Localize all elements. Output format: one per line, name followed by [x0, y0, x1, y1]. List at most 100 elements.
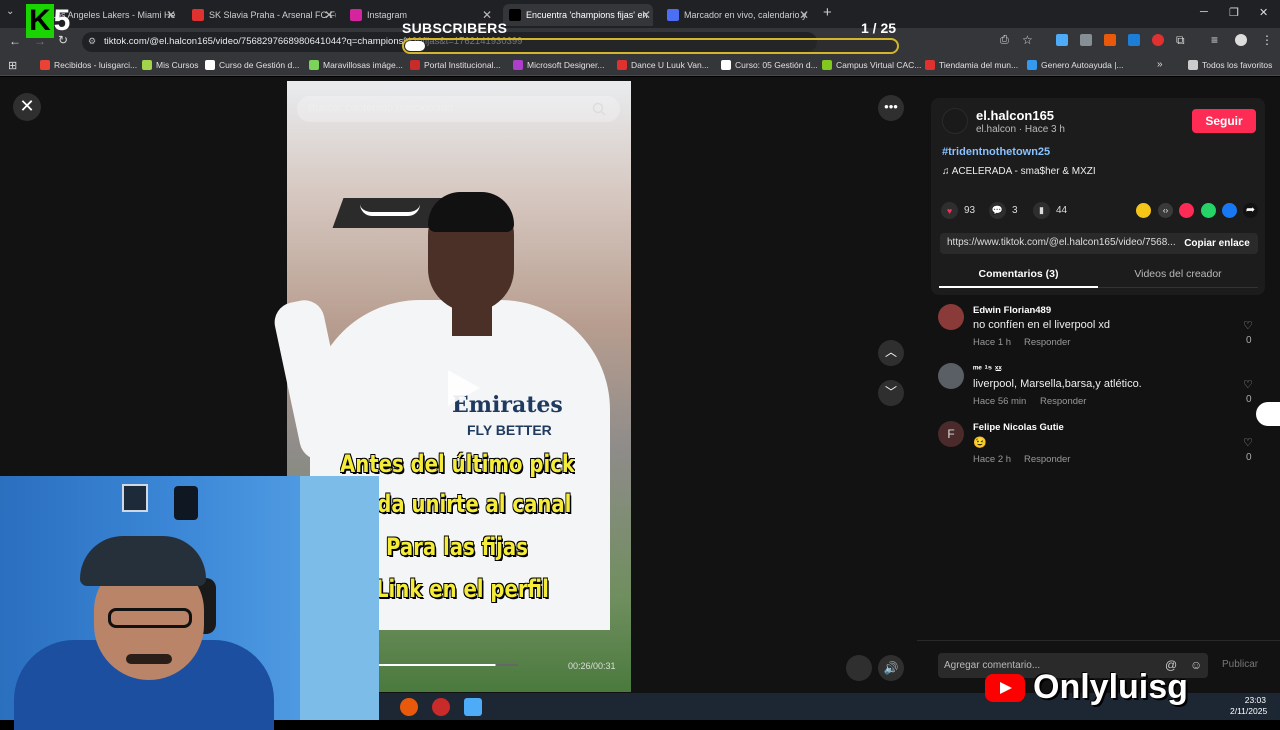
- comment-author[interactable]: Felipe Nicolas Gutie: [973, 422, 1064, 433]
- extension-icon[interactable]: [1152, 34, 1164, 46]
- previous-video-button[interactable]: ︿: [878, 340, 904, 366]
- comment-like-icon[interactable]: ♡: [1243, 319, 1253, 332]
- comment-like-icon[interactable]: ♡: [1243, 378, 1253, 391]
- bookmark-item[interactable]: Microsoft Designer...: [513, 60, 604, 70]
- comment-icon: 💬: [989, 202, 1006, 219]
- install-icon[interactable]: ⎙: [1000, 34, 1009, 47]
- bookmark-item[interactable]: Curso de Gestión d...: [205, 60, 299, 70]
- creator-username[interactable]: el.halcon165: [976, 108, 1054, 123]
- play-icon[interactable]: [440, 366, 484, 410]
- bookmark-label: Curso: 05 Gestión d...: [735, 60, 818, 70]
- bookmark-favicon-icon: [40, 60, 50, 70]
- close-video-button[interactable]: ✕: [13, 93, 41, 121]
- share-arrow-icon[interactable]: ➦: [1243, 203, 1258, 218]
- tab-label: Encuentra 'champions fijas' en: [526, 10, 648, 20]
- profile-avatar[interactable]: [1235, 34, 1247, 46]
- related-search-placeholder: Buscar contenido relacionado: [308, 102, 453, 114]
- bookmark-item[interactable]: Maravillosas imáge...: [309, 60, 403, 70]
- bookmark-item[interactable]: Genero Autoayuda |...: [1027, 60, 1124, 70]
- comment-author[interactable]: Edwin Florian489: [973, 305, 1051, 316]
- comment-count: 3: [1012, 205, 1018, 216]
- browser-tab[interactable]: SK Slavia Praha - Arsenal FC Fú ✕: [186, 4, 336, 26]
- bookmark-item[interactable]: Dance U Luuk Van...: [617, 60, 709, 70]
- bookmark-item[interactable]: Curso: 05 Gestión d...: [721, 60, 818, 70]
- browser-tab[interactable]: Marcador en vivo, calendario y ✕: [661, 4, 811, 26]
- close-window-icon[interactable]: ✕: [1259, 6, 1268, 19]
- bookmarks-overflow-icon[interactable]: »: [1157, 59, 1163, 70]
- new-tab-button[interactable]: +: [823, 4, 832, 21]
- streamer-cap: [80, 536, 206, 586]
- browser-tab[interactable]: Encuentra 'champions fijas' en ✕: [503, 4, 653, 26]
- related-search-input[interactable]: Buscar contenido relacionado: [297, 96, 620, 122]
- restore-icon[interactable]: ❐: [1229, 6, 1239, 19]
- app-taskbar-icon[interactable]: [432, 698, 450, 716]
- comment-author[interactable]: ᵐᵉ ¹⁵ ˣ̶ˣ: [973, 364, 1002, 375]
- bookmark-favicon-icon: [925, 60, 935, 70]
- publish-button[interactable]: Publicar: [1222, 659, 1258, 670]
- emoji-icon[interactable]: ☺: [1190, 658, 1202, 672]
- bookmark-item[interactable]: Campus Virtual CAC...: [822, 60, 921, 70]
- bookmark-item[interactable]: Recibidos - luisgarci...: [40, 60, 137, 70]
- picture-in-picture-button[interactable]: [846, 655, 872, 681]
- comment-button[interactable]: 💬 3: [989, 202, 1018, 219]
- share-direct-icon[interactable]: [1179, 203, 1194, 218]
- tab-label: Instagram: [367, 10, 408, 20]
- brand-name: Onlyluisg: [1033, 668, 1188, 706]
- embed-code-icon[interactable]: ‹›: [1158, 203, 1173, 218]
- calculator-taskbar-icon[interactable]: [464, 698, 482, 716]
- search-icon[interactable]: [592, 102, 606, 116]
- bookmark-item[interactable]: Tiendamia del mun...: [925, 60, 1018, 70]
- save-button[interactable]: ▮ 44: [1033, 202, 1067, 219]
- back-icon[interactable]: ←: [9, 34, 21, 48]
- comment-reply-button[interactable]: Responder: [1040, 396, 1086, 407]
- browser-menu-icon[interactable]: ⋮: [1261, 33, 1273, 47]
- bookmark-item[interactable]: Portal Institucional...: [410, 60, 501, 70]
- extension-icon[interactable]: [1056, 34, 1068, 46]
- whatsapp-icon[interactable]: [1201, 203, 1216, 218]
- extension-icon[interactable]: [1104, 34, 1116, 46]
- volume-button[interactable]: 🔊: [878, 655, 904, 681]
- comment-avatar[interactable]: F: [938, 421, 964, 447]
- comment-reply-button[interactable]: Responder: [1024, 454, 1070, 465]
- minimize-icon[interactable]: ─: [1200, 6, 1208, 18]
- bookmark-favicon-icon: [513, 60, 523, 70]
- reading-list-icon[interactable]: ≡: [1211, 33, 1218, 47]
- hashtag-link[interactable]: #tridentnothetown25: [942, 146, 1050, 158]
- facebook-icon[interactable]: [1222, 203, 1237, 218]
- extension-icon[interactable]: [1080, 34, 1092, 46]
- site-info-icon[interactable]: ⚙: [88, 36, 96, 47]
- creator-avatar[interactable]: [942, 108, 968, 134]
- copy-link-button[interactable]: Copiar enlace: [1176, 233, 1258, 254]
- bookmark-item[interactable]: Todos los favoritos: [1188, 60, 1272, 70]
- chrome-taskbar-icon[interactable]: [400, 698, 418, 716]
- tab-creator-videos[interactable]: Videos del creador: [1098, 264, 1258, 288]
- comment-like-icon[interactable]: ♡: [1243, 436, 1253, 449]
- extension-icon[interactable]: [1128, 34, 1140, 46]
- tab-close-icon[interactable]: ✕: [799, 8, 809, 22]
- tab-favicon-icon: [509, 9, 521, 21]
- comment-text: 😉: [973, 437, 987, 449]
- follow-button[interactable]: Seguir: [1192, 109, 1256, 133]
- clock-date: 2/11/2025: [1230, 706, 1268, 716]
- extensions-puzzle-icon[interactable]: ⧉: [1176, 33, 1185, 48]
- apps-grid-icon[interactable]: ⊞: [8, 59, 17, 72]
- like-button[interactable]: ♥ 93: [941, 202, 975, 219]
- music-link[interactable]: ♫ ACELERADA - sma$her & MXZI: [942, 166, 1096, 177]
- tab-comments[interactable]: Comentarios (3): [939, 264, 1098, 288]
- tab-close-icon[interactable]: ✕: [324, 8, 334, 22]
- share-coin-icon[interactable]: [1136, 203, 1151, 218]
- comment-avatar[interactable]: [938, 304, 964, 330]
- tab-search-icon[interactable]: ⌄: [6, 6, 14, 17]
- bookmark-item[interactable]: Mis Cursos: [142, 60, 199, 70]
- comment-avatar[interactable]: [938, 363, 964, 389]
- taskbar-clock[interactable]: 23:03 2/11/2025: [1230, 695, 1268, 717]
- bookmark-star-icon[interactable]: ☆: [1022, 33, 1033, 47]
- comment-reply-button[interactable]: Responder: [1024, 337, 1070, 348]
- next-video-button[interactable]: ﹀: [878, 380, 904, 406]
- tab-close-icon[interactable]: ✕: [166, 8, 176, 22]
- more-options-button[interactable]: •••: [878, 95, 904, 121]
- video-progress-bar[interactable]: [378, 664, 518, 666]
- tab-close-icon[interactable]: ✕: [641, 8, 651, 22]
- subscriber-goal-fill: [405, 41, 425, 51]
- floating-extension-button[interactable]: [1256, 402, 1280, 426]
